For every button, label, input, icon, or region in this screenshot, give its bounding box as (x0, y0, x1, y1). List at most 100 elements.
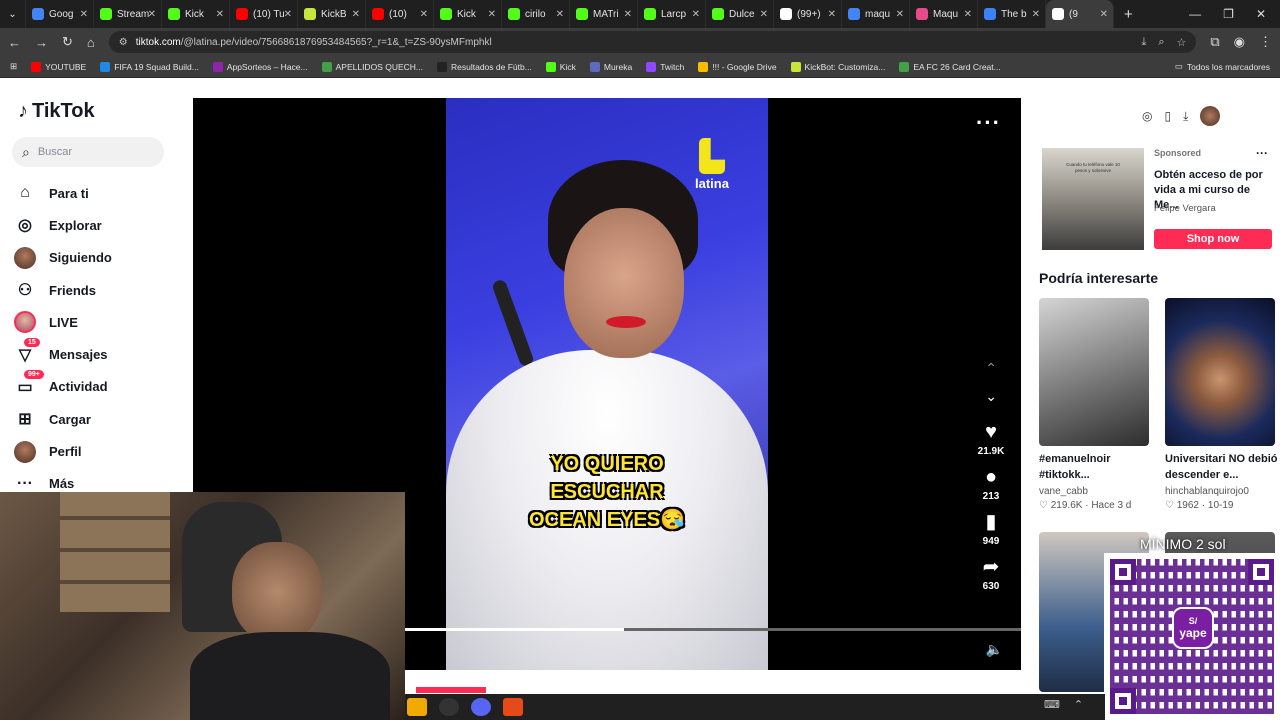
save-button[interactable]: ▮ 949 (983, 510, 1000, 547)
browser-tab[interactable]: KickB ✕ (298, 0, 366, 28)
recommended-video[interactable]: Universitari NO debió descender e... hin… (1165, 298, 1277, 511)
browser-tab[interactable]: Kick ✕ (162, 0, 230, 28)
tab-list-button[interactable]: ⌄ (0, 0, 26, 28)
site-info-icon[interactable]: ⚙ (119, 37, 128, 48)
sidebar-item-friends[interactable]: ⚇ Friends (14, 274, 184, 306)
bookmark-item[interactable]: !!! - Google Drive (698, 61, 777, 72)
bookmark-item[interactable]: Twitch (646, 61, 684, 72)
tiktok-logo[interactable]: ♪ TikTok (18, 100, 95, 123)
share-button[interactable]: ➦ 630 (983, 555, 1000, 592)
browser-tab[interactable]: Goog ✕ (26, 0, 94, 28)
obs-icon[interactable] (439, 698, 459, 716)
bookmark-item[interactable]: APELLIDOS QUECH... (321, 61, 423, 72)
video-thumbnail[interactable] (1165, 298, 1275, 446)
star-icon[interactable]: ☆ (1176, 36, 1186, 49)
bookmark-item[interactable]: Mureka (589, 61, 632, 72)
app-icon[interactable] (503, 698, 523, 716)
close-tab-icon[interactable]: ✕ (624, 9, 632, 20)
apps-icon[interactable]: ⊞ (10, 61, 17, 72)
sidebar-item-mensajes[interactable]: ▽ 15 Mensajes (14, 337, 184, 370)
close-tab-icon[interactable]: ✕ (216, 9, 224, 20)
video-title[interactable]: Universitari NO debió descender e... (1165, 451, 1279, 483)
video-progress-bar[interactable] (405, 628, 1021, 631)
browser-tab[interactable]: MATri ✕ (570, 0, 638, 28)
more-options-icon[interactable]: ··· (976, 110, 1001, 136)
avatar[interactable] (1200, 106, 1221, 126)
profile-icon[interactable]: ◉ (1234, 34, 1245, 50)
like-button[interactable]: ♥ 21.9K (978, 420, 1005, 457)
close-tab-icon[interactable]: ✕ (488, 9, 496, 20)
video-title[interactable]: #emanuelnoir #tiktokk... (1039, 451, 1153, 483)
bookmark-item[interactable]: YOUTUBE (31, 61, 86, 72)
zoom-icon[interactable]: ⌕ (1158, 36, 1164, 49)
sidebar-item-actividad[interactable]: ▭ 99+ Actividad (14, 369, 184, 403)
sidebar-item-explorar[interactable]: ◎ Explorar (14, 209, 184, 241)
browser-tab[interactable]: (10) ✕ (366, 0, 434, 28)
home-icon[interactable]: ⌂ (87, 35, 95, 50)
ad-menu-icon[interactable]: ··· (1256, 146, 1268, 160)
browser-tab[interactable]: cirilo ✕ (502, 0, 570, 28)
browser-tab[interactable]: maqu ✕ (842, 0, 910, 28)
search-input[interactable]: ⌕ Buscar (12, 137, 164, 167)
install-icon[interactable]: ⤓ (1141, 36, 1146, 49)
close-tab-icon[interactable]: ✕ (828, 9, 836, 20)
reload-icon[interactable]: ↻ (62, 34, 73, 50)
sponsored-card[interactable]: Cuando tu teléfono vale 10 pesos y sobre… (1040, 146, 1272, 252)
close-window-icon[interactable]: ✕ (1256, 7, 1266, 21)
recommended-video[interactable]: #emanuelnoir #tiktokk... vane_cabb ♡ 219… (1039, 298, 1149, 511)
browser-tab[interactable]: Stream ✕ (94, 0, 162, 28)
close-tab-icon[interactable]: ✕ (420, 9, 428, 20)
close-tab-icon[interactable]: ✕ (556, 9, 564, 20)
bookmark-item[interactable]: EA FC 26 Card Creat... (899, 61, 1001, 72)
new-tab-button[interactable]: + (1114, 6, 1143, 23)
bookmark-item[interactable]: Resultados de Fútb... (437, 61, 532, 72)
bookmark-item[interactable]: KickBot: Customiza... (790, 61, 885, 72)
explorer-icon[interactable] (407, 698, 427, 716)
keyboard-icon[interactable]: ⌨ (1044, 698, 1060, 711)
sidebar-item-cargar[interactable]: ⊞ Cargar (14, 403, 184, 435)
browser-tab[interactable]: Dulce ✕ (706, 0, 774, 28)
close-tab-icon[interactable]: ✕ (80, 9, 88, 20)
menu-icon[interactable]: ⋮ (1259, 34, 1272, 50)
download-icon[interactable]: ⤓ (1183, 109, 1188, 124)
maximize-icon[interactable]: ❐ (1223, 7, 1234, 21)
browser-tab[interactable]: Kick ✕ (434, 0, 502, 28)
sidebar-item-siguiendo[interactable]: Siguiendo (14, 242, 184, 274)
browser-tab[interactable]: (99+) ✕ (774, 0, 842, 28)
comment-button[interactable]: ● 213 (983, 465, 1000, 502)
discord-icon[interactable] (471, 698, 491, 716)
video-frame[interactable]: latina YO QUIERO ESCUCHAR OCEAN EYES😪 (446, 98, 768, 670)
sidebar-item-perfil[interactable]: Perfil (14, 435, 184, 467)
forward-icon[interactable]: → (35, 35, 48, 50)
back-icon[interactable]: ← (8, 35, 21, 50)
close-tab-icon[interactable]: ✕ (352, 9, 360, 20)
device-icon[interactable]: ▯ (1164, 109, 1171, 123)
sidebar-item-para-ti[interactable]: ⌂ Para ti (14, 177, 184, 209)
ad-author[interactable]: Felipe Vergara (1154, 203, 1216, 214)
minimize-icon[interactable]: — (1189, 7, 1201, 21)
close-tab-icon[interactable]: ✕ (284, 9, 292, 20)
browser-tab[interactable]: The b ✕ (978, 0, 1046, 28)
close-tab-icon[interactable]: ✕ (896, 9, 904, 20)
video-author[interactable]: vane_cabb (1039, 486, 1149, 497)
video-author[interactable]: hinchablanquirojo0 (1165, 486, 1275, 497)
close-tab-icon[interactable]: ✕ (964, 9, 972, 20)
close-tab-icon[interactable]: ✕ (1032, 9, 1040, 20)
close-tab-icon[interactable]: ✕ (1100, 9, 1108, 20)
next-video-icon[interactable]: ⌄ (985, 388, 997, 405)
browser-tab[interactable]: Larcp ✕ (638, 0, 706, 28)
url-input[interactable]: ⚙ tiktok.com/@latina.pe/video/7566861876… (108, 31, 1197, 53)
bookmark-item[interactable]: FIFA 19 Squad Build... (100, 61, 199, 72)
sidebar-item-live[interactable]: LIVE (14, 306, 184, 338)
all-bookmarks-button[interactable]: ▭ Todos los marcadores (1175, 61, 1270, 72)
video-thumbnail[interactable] (1039, 298, 1149, 446)
close-tab-icon[interactable]: ✕ (692, 9, 700, 20)
volume-icon[interactable]: 🔈 (986, 641, 1003, 658)
browser-tab[interactable]: Maqu ✕ (910, 0, 978, 28)
browser-tab[interactable]: (10) Tu ✕ (230, 0, 298, 28)
bookmark-item[interactable]: AppSorteos – Hace... (212, 61, 308, 72)
browser-tab[interactable]: (9 ✕ (1046, 0, 1114, 28)
chevron-up-icon[interactable]: ⌃ (1074, 698, 1083, 711)
extensions-icon[interactable]: ⧉ (1210, 34, 1219, 50)
coin-icon[interactable]: ◎ (1142, 109, 1152, 123)
